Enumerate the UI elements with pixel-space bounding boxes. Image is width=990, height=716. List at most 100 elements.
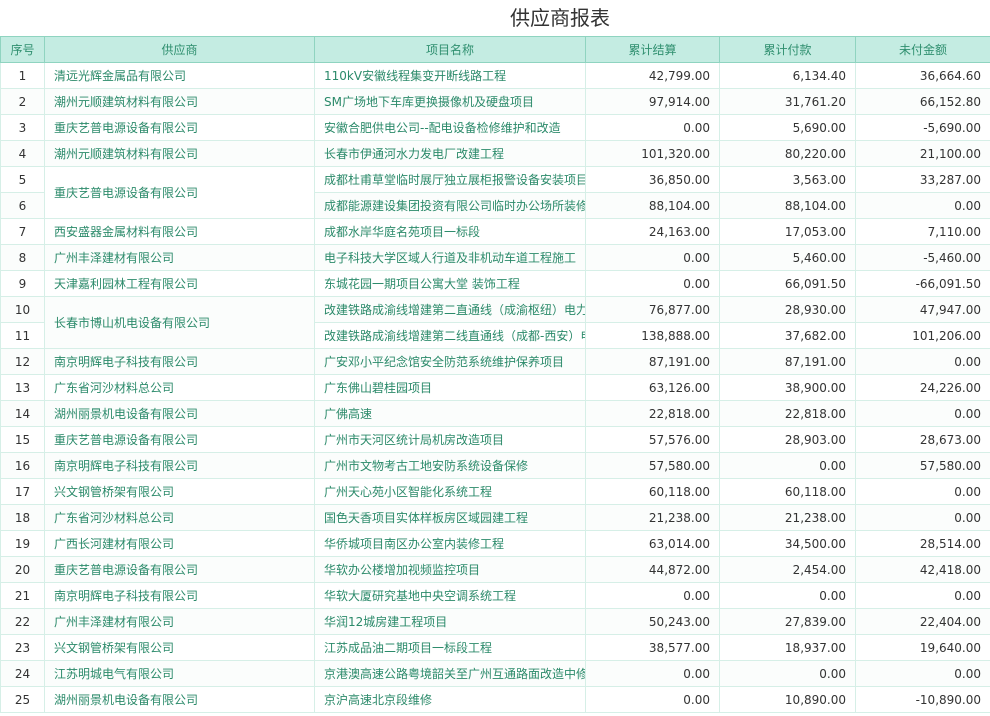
unpaid-cell: -5,690.00 [855, 114, 990, 141]
unpaid-cell: 7,110.00 [855, 218, 990, 245]
table-row[interactable]: 8 广州丰泽建材有限公司 电子科技大学区域人行道及非机动车道工程施工 0.00 5,46… [0, 244, 990, 271]
paid-cell: 18,937.00 [719, 634, 856, 661]
settled-cell: 101,320.00 [585, 140, 720, 167]
row-index: 5 [0, 166, 45, 193]
supplier-cell: 湖州丽景机电设备有限公司 [44, 400, 315, 427]
paid-cell: 10,890.00 [719, 686, 856, 713]
table-row[interactable]: 23 兴文钢管桥架有限公司 江苏成品油二期项目一标段工程 38,577.00 18,93… [0, 634, 990, 661]
settled-cell: 38,577.00 [585, 634, 720, 661]
table-row[interactable]: 14 湖州丽景机电设备有限公司 广佛高速 22,818.00 22,818.00 0.00 [0, 400, 990, 427]
supplier-cell: 广西长河建材有限公司 [44, 530, 315, 557]
table-row[interactable]: 9 天津嘉利园林工程有限公司 东城花园一期项目公寓大堂 装饰工程 0.00 66,091… [0, 270, 990, 297]
column-header-paid[interactable]: 累计付款 [719, 36, 856, 63]
paid-cell: 3,563.00 [719, 166, 856, 193]
table-row[interactable]: 18 广东省河沙材料总公司 国色天香项目实体样板房区域园建工程 21,238.00 21… [0, 504, 990, 531]
table-row[interactable]: 1 清远光辉金属品有限公司 110kV安徽线程集变开断线路工程 42,799.00 6,… [0, 62, 990, 89]
settled-cell: 0.00 [585, 114, 720, 141]
row-index: 10 [0, 296, 45, 323]
table-row[interactable]: 16 南京明辉电子科技有限公司 广州市文物考古工地安防系统设备保修 57,580.00… [0, 452, 990, 479]
project-cell: 广州市文物考古工地安防系统设备保修 [314, 452, 586, 479]
project-cell: 110kV安徽线程集变开断线路工程 [314, 62, 586, 89]
table-row[interactable]: 19 广西长河建材有限公司 华侨城项目南区办公室内装修工程 63,014.00 34,5… [0, 530, 990, 557]
unpaid-cell: 42,418.00 [855, 556, 990, 583]
paid-cell: 80,220.00 [719, 140, 856, 167]
project-cell: 江苏成品油二期项目一标段工程 [314, 634, 586, 661]
table-row[interactable]: 4 潮州元顺建筑材料有限公司 长春市伊通河水力发电厂改建工程 101,320.00 80… [0, 140, 990, 167]
column-header-unpaid[interactable]: 未付金额 [855, 36, 990, 63]
paid-cell: 2,454.00 [719, 556, 856, 583]
table-row[interactable]: 15 重庆艺普电源设备有限公司 广州市天河区统计局机房改造项目 57,576.00 28… [0, 426, 990, 453]
supplier-cell: 广东省河沙材料总公司 [44, 504, 315, 531]
settled-cell: 0.00 [585, 270, 720, 297]
row-index: 1 [0, 62, 45, 89]
settled-cell: 87,191.00 [585, 348, 720, 375]
table-row[interactable]: 7 西安盛器金属材料有限公司 成都水岸华庭名苑项目一标段 24,163.00 17,05… [0, 218, 990, 245]
supplier-cell: 潮州元顺建筑材料有限公司 [44, 88, 315, 115]
paid-cell: 21,238.00 [719, 504, 856, 531]
supplier-cell: 广州丰泽建材有限公司 [44, 244, 315, 271]
settled-cell: 63,014.00 [585, 530, 720, 557]
row-index: 23 [0, 634, 45, 661]
row-index: 18 [0, 504, 45, 531]
table-row[interactable]: 25 湖州丽景机电设备有限公司 京沪高速北京段维修 0.00 10,890.00 -10,… [0, 686, 990, 713]
unpaid-cell: 28,514.00 [855, 530, 990, 557]
project-cell: 长春市伊通河水力发电厂改建工程 [314, 140, 586, 167]
settled-cell: 21,238.00 [585, 504, 720, 531]
row-index: 17 [0, 478, 45, 505]
row-index: 19 [0, 530, 45, 557]
column-header-project[interactable]: 项目名称 [314, 36, 586, 63]
paid-cell: 5,690.00 [719, 114, 856, 141]
paid-cell: 17,053.00 [719, 218, 856, 245]
project-cell: 华润12城房建工程项目 [314, 608, 586, 635]
project-cell: 广州天心苑小区智能化系统工程 [314, 478, 586, 505]
table-row[interactable]: 3 重庆艺普电源设备有限公司 安徽合肥供电公司--配电设备检修维护和改造 0.00 5,… [0, 114, 990, 141]
paid-cell: 6,134.40 [719, 62, 856, 89]
supplier-cell: 兴文钢管桥架有限公司 [44, 634, 315, 661]
project-cell: 华软大厦研究基地中央空调系统工程 [314, 582, 586, 609]
column-header-supplier[interactable]: 供应商 [44, 36, 315, 63]
paid-cell: 27,839.00 [719, 608, 856, 635]
column-header-settled[interactable]: 累计结算 [585, 36, 720, 63]
paid-cell: 28,930.00 [719, 296, 856, 323]
unpaid-cell: 0.00 [855, 660, 990, 687]
project-cell: 广州市天河区统计局机房改造项目 [314, 426, 586, 453]
paid-cell: 60,118.00 [719, 478, 856, 505]
settled-cell: 24,163.00 [585, 218, 720, 245]
row-index: 24 [0, 660, 45, 687]
supplier-cell: 潮州元顺建筑材料有限公司 [44, 140, 315, 167]
settled-cell: 22,818.00 [585, 400, 720, 427]
settled-cell: 97,914.00 [585, 88, 720, 115]
row-index: 16 [0, 452, 45, 479]
table-row[interactable]: 20 重庆艺普电源设备有限公司 华软办公楼增加视频监控项目 44,872.00 2,45… [0, 556, 990, 583]
settled-cell: 138,888.00 [585, 322, 720, 349]
settled-cell: 0.00 [585, 660, 720, 687]
table-row[interactable]: 22 广州丰泽建材有限公司 华润12城房建工程项目 50,243.00 27,839.0… [0, 608, 990, 635]
unpaid-cell: 24,226.00 [855, 374, 990, 401]
paid-cell: 0.00 [719, 660, 856, 687]
row-index: 8 [0, 244, 45, 271]
supplier-cell: 湖州丽景机电设备有限公司 [44, 686, 315, 713]
table-row[interactable]: 13 广东省河沙材料总公司 广东佛山碧桂园项目 63,126.00 38,900.00 2… [0, 374, 990, 401]
supplier-report-table: 序号 供应商 项目名称 累计结算 累计付款 未付金额 1 清远光辉金属品有限公司 1… [0, 36, 990, 713]
project-cell: 电子科技大学区域人行道及非机动车道工程施工 [314, 244, 586, 271]
settled-cell: 57,580.00 [585, 452, 720, 479]
table-row[interactable]: 5 重庆艺普电源设备有限公司 成都杜甫草堂临时展厅独立展柜报警设备安装项目 36,85… [0, 166, 990, 219]
table-row[interactable]: 12 南京明辉电子科技有限公司 广安邓小平纪念馆安全防范系统维护保养项目 87,191… [0, 348, 990, 375]
paid-cell: 38,900.00 [719, 374, 856, 401]
row-index: 3 [0, 114, 45, 141]
table-row[interactable]: 17 兴文钢管桥架有限公司 广州天心苑小区智能化系统工程 60,118.00 60,11… [0, 478, 990, 505]
project-cell: 华侨城项目南区办公室内装修工程 [314, 530, 586, 557]
table-row[interactable]: 21 南京明辉电子科技有限公司 华软大厦研究基地中央空调系统工程 0.00 0.00 0.… [0, 582, 990, 609]
paid-cell: 0.00 [719, 582, 856, 609]
table-row[interactable]: 2 潮州元顺建筑材料有限公司 SM广场地下车库更换摄像机及硬盘项目 97,914.00… [0, 88, 990, 115]
row-index: 20 [0, 556, 45, 583]
settled-cell: 44,872.00 [585, 556, 720, 583]
paid-cell: 0.00 [719, 452, 856, 479]
table-row[interactable]: 10 长春市博山机电设备有限公司 改建铁路成渝线增建第二直通线（成渝枢纽）电力 76,… [0, 296, 990, 349]
table-row[interactable]: 24 江苏明城电气有限公司 京港澳高速公路粤境韶关至广州互通路面改造中修 0.00 0.… [0, 660, 990, 687]
column-header-index[interactable]: 序号 [0, 36, 45, 63]
paid-cell: 22,818.00 [719, 400, 856, 427]
unpaid-cell: 22,404.00 [855, 608, 990, 635]
table-header-row: 序号 供应商 项目名称 累计结算 累计付款 未付金额 [0, 36, 990, 63]
unpaid-cell: 47,947.00 [855, 296, 990, 323]
